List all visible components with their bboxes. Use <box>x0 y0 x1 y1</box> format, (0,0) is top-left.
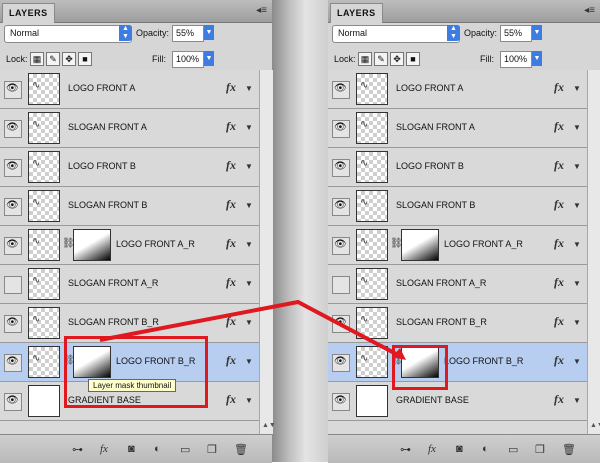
connector-arrow <box>99 299 406 360</box>
connector-line <box>99 299 401 358</box>
